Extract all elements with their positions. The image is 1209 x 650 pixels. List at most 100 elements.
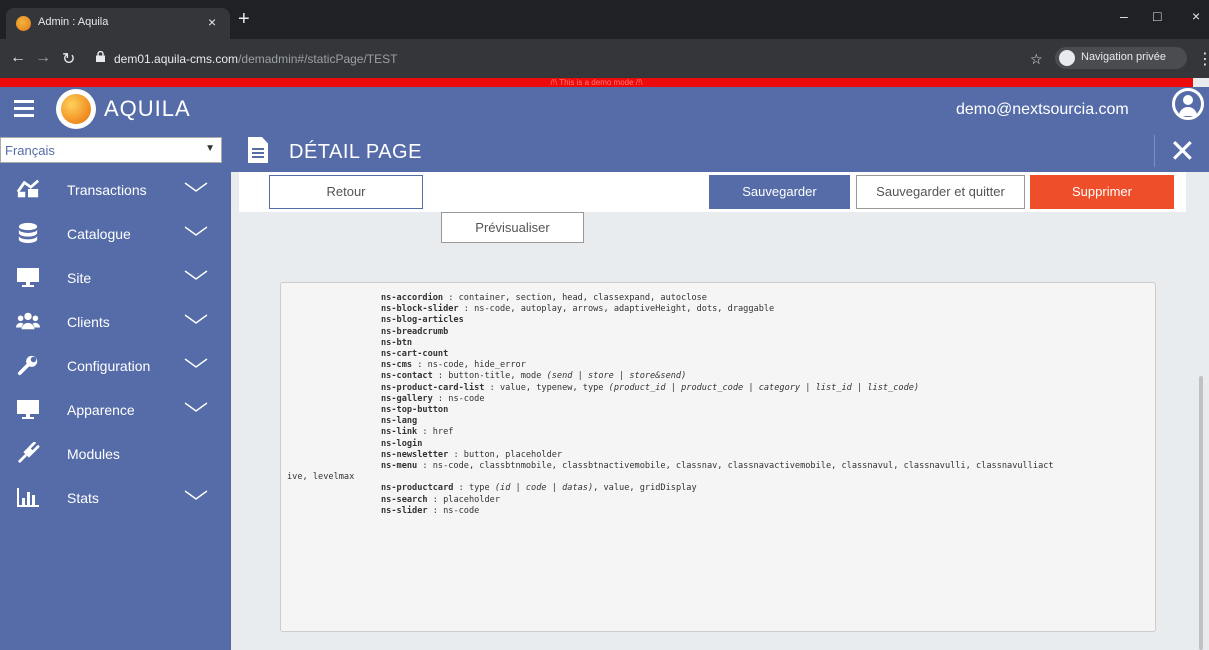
component-name: ns-breadcrumb	[381, 326, 449, 337]
component-name: ns-login	[381, 438, 423, 449]
component-line: ns-link : href	[381, 427, 454, 438]
component-name: ns-slider	[381, 505, 428, 516]
action-toolbar: Retour Sauvegarder Sauvegarder et quitte…	[239, 172, 1186, 243]
new-tab-button[interactable]: +	[238, 8, 250, 30]
save-button[interactable]: Sauvegarder	[709, 175, 850, 209]
sidebar-item-stats[interactable]: Stats	[6, 480, 222, 514]
document-icon	[248, 137, 268, 163]
component-line: ns-product-card-list : value, typenew, t…	[381, 382, 920, 393]
user-avatar-icon[interactable]	[1172, 88, 1204, 120]
sidebar-item-configuration[interactable]: Configuration	[6, 348, 222, 382]
forward-arrow-icon[interactable]: →	[35, 49, 51, 67]
browser-menu-icon[interactable]: ⋮	[1197, 49, 1209, 69]
page-title-bar: DÉTAIL PAGE ✕	[231, 131, 1209, 172]
back-button[interactable]: Retour	[269, 175, 423, 209]
component-line: ns-top-button	[381, 405, 448, 415]
component-line: ns-slider : ns-code	[381, 505, 480, 516]
tab-close-button[interactable]: ×	[208, 14, 216, 30]
component-name: ns-newsletter	[381, 449, 449, 460]
component-line: ns-newsletter : button, placeholder	[381, 449, 563, 460]
component-line: ns-gallery : ns-code	[381, 393, 485, 404]
component-name: ns-link	[381, 427, 418, 438]
incognito-label: Navigation privée	[1081, 51, 1166, 63]
main-content: Retour Sauvegarder Sauvegarder et quitte…	[231, 172, 1209, 650]
language-select[interactable]: Français ▼	[0, 137, 222, 163]
sidebar-item-modules[interactable]: Modules	[6, 436, 222, 470]
reload-icon[interactable]: ↻	[62, 49, 75, 69]
component-name: ns-menu	[381, 461, 418, 471]
demo-mode-banner: /!\ This is a demo mode /!\	[0, 78, 1193, 87]
monitor-icon	[17, 268, 39, 287]
chevron-down-icon	[184, 270, 208, 280]
sidebar: Français ▼ Transactions Catalogue Site C…	[0, 131, 231, 650]
chevron-down-icon	[184, 314, 208, 324]
users-icon	[16, 312, 40, 330]
sidebar-item-label: Stats	[67, 490, 99, 506]
window-close-button[interactable]: ×	[1192, 8, 1200, 24]
component-name: ns-top-button	[381, 405, 449, 415]
hamburger-menu-icon[interactable]	[14, 100, 34, 117]
component-line: ns-blog-articles	[381, 315, 464, 325]
component-line: ns-cart-count	[381, 349, 448, 359]
bar-chart-icon	[17, 488, 39, 507]
component-line: ns-lang	[381, 416, 417, 426]
database-icon	[18, 222, 38, 244]
aquila-favicon-icon	[16, 16, 31, 31]
component-line: ns-login	[381, 439, 422, 449]
component-name: ns-contact	[381, 371, 433, 382]
component-name: ns-cms	[381, 360, 413, 371]
component-line: ns-btn	[381, 338, 412, 348]
close-icon[interactable]: ✕	[1169, 131, 1196, 171]
back-arrow-icon[interactable]: ←	[10, 49, 26, 67]
component-line: ns-search : placeholder	[381, 494, 501, 505]
component-name: ns-productcard	[381, 483, 454, 494]
component-line: ns-block-slider : ns-code, autoplay, arr…	[381, 304, 775, 315]
component-name: ns-search	[381, 494, 428, 505]
sidebar-item-site[interactable]: Site	[6, 260, 222, 294]
maximize-button[interactable]: □	[1153, 8, 1161, 24]
user-email[interactable]: demo@nextsourcia.com	[956, 101, 1129, 119]
preview-button[interactable]: Prévisualiser	[441, 212, 584, 243]
lock-icon	[96, 51, 105, 62]
component-name: ns-product-card-list	[381, 382, 485, 393]
chevron-down-icon	[184, 226, 208, 236]
sidebar-item-label: Catalogue	[67, 226, 131, 242]
sidebar-item-apparence[interactable]: Apparence	[6, 392, 222, 426]
chevron-down-icon	[184, 358, 208, 368]
aquila-logo-icon	[56, 89, 96, 129]
sidebar-item-catalogue[interactable]: Catalogue	[6, 216, 222, 250]
sidebar-item-clients[interactable]: Clients	[6, 304, 222, 338]
url-field[interactable]: dem01.aquila-cms.com/demadmin#/staticPag…	[90, 45, 1100, 72]
component-name: ns-btn	[381, 337, 413, 348]
chevron-down-icon: ▼	[205, 143, 215, 154]
component-line: ns-cms : ns-code, hide_error	[381, 360, 526, 371]
transactions-icon	[16, 179, 40, 198]
component-name: ns-accordion	[381, 293, 444, 303]
sidebar-item-label: Modules	[67, 446, 120, 462]
browser-tab-bar: Admin : Aquila × + – □ ×	[0, 0, 1209, 39]
language-value: Français	[5, 143, 55, 158]
component-line: ns-contact : button-title, mode (send | …	[381, 371, 687, 382]
component-line: ive, levelmax	[287, 472, 355, 483]
bookmark-star-icon[interactable]: ☆	[1030, 51, 1043, 68]
page-title: DÉTAIL PAGE	[289, 141, 422, 163]
sidebar-item-label: Clients	[67, 314, 110, 330]
sidebar-item-label: Transactions	[67, 182, 147, 198]
component-name: ns-blog-articles	[381, 315, 464, 326]
minimize-button[interactable]: –	[1120, 8, 1128, 24]
page-scrollbar[interactable]	[1199, 376, 1203, 650]
component-line: ns-productcard : type (id | code | datas…	[381, 483, 697, 494]
browser-tab[interactable]: Admin : Aquila ×	[6, 8, 230, 39]
plug-icon	[18, 442, 40, 463]
sidebar-item-transactions[interactable]: Transactions	[6, 172, 222, 206]
component-name: ns-gallery	[381, 393, 433, 404]
divider	[1154, 135, 1155, 167]
component-line: ns-menu : ns-code, classbtnmobile, class…	[381, 461, 1054, 471]
incognito-badge[interactable]: Navigation privée	[1055, 47, 1187, 69]
incognito-icon	[1059, 50, 1075, 66]
save-and-quit-button[interactable]: Sauvegarder et quitter	[856, 175, 1025, 209]
address-bar: ← → ↻ dem01.aquila-cms.com/demadmin#/sta…	[0, 39, 1209, 78]
delete-button[interactable]: Supprimer	[1030, 175, 1174, 209]
sidebar-item-label: Site	[67, 270, 92, 286]
wrench-icon	[17, 355, 38, 376]
